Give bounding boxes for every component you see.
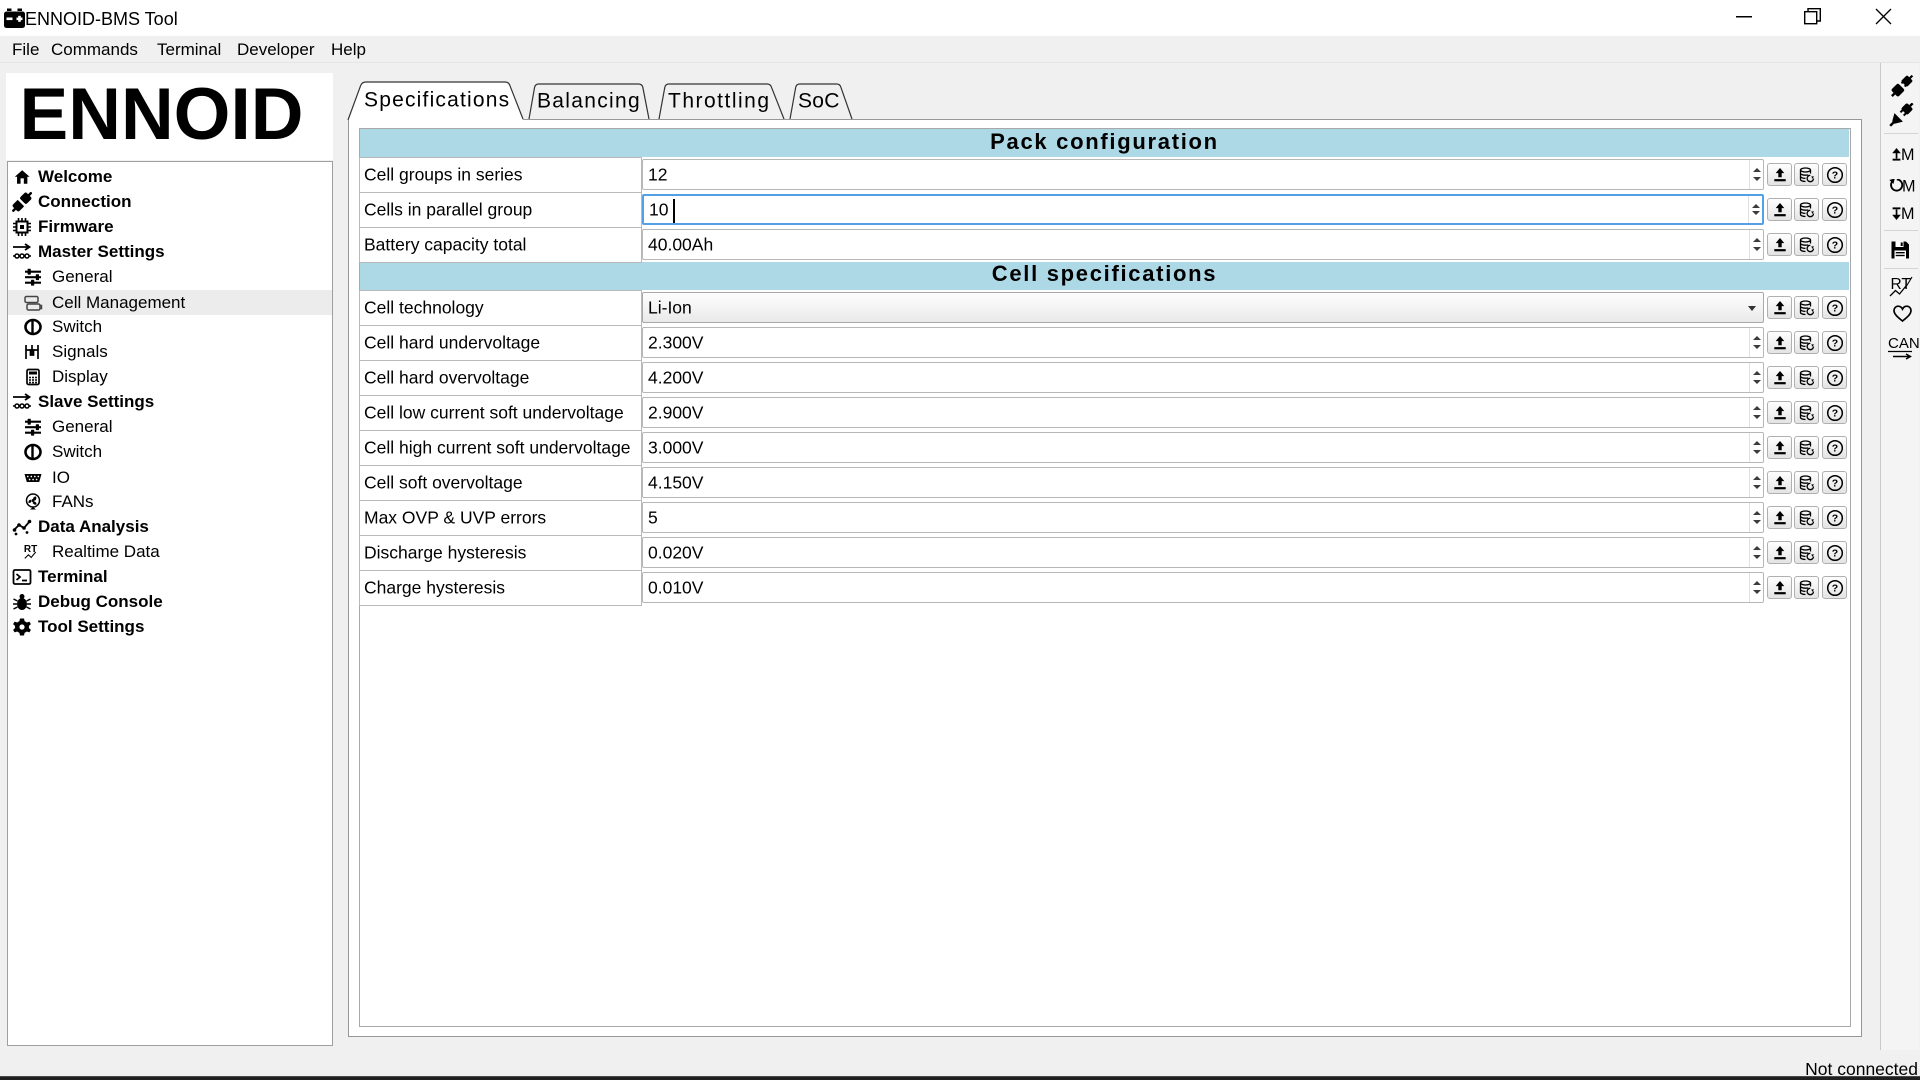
svg-text:M: M (1901, 207, 1914, 220)
svg-text:?: ? (1831, 547, 1837, 559)
svg-text:?: ? (1831, 302, 1837, 314)
svg-text:Throttling: Throttling (668, 90, 771, 113)
svg-text:?: ? (1831, 204, 1837, 216)
svg-text:?: ? (1831, 239, 1837, 251)
svg-text:?: ? (1831, 477, 1837, 489)
svg-text:?: ? (1831, 442, 1837, 454)
svg-text:?: ? (1831, 337, 1837, 349)
svg-text:SoC: SoC (798, 90, 840, 113)
svg-text:M: M (1901, 148, 1914, 161)
svg-text:Balancing: Balancing (537, 90, 641, 113)
svg-text:RT: RT (1891, 276, 1912, 293)
svg-text:Specifications: Specifications (364, 89, 510, 112)
svg-text:?: ? (1831, 407, 1837, 419)
svg-text:CAN: CAN (1888, 335, 1920, 352)
svg-text:M: M (1902, 179, 1915, 192)
svg-text:?: ? (1831, 372, 1837, 384)
svg-text:?: ? (1831, 169, 1837, 181)
svg-text:?: ? (1831, 582, 1837, 594)
svg-text:?: ? (1831, 512, 1837, 524)
